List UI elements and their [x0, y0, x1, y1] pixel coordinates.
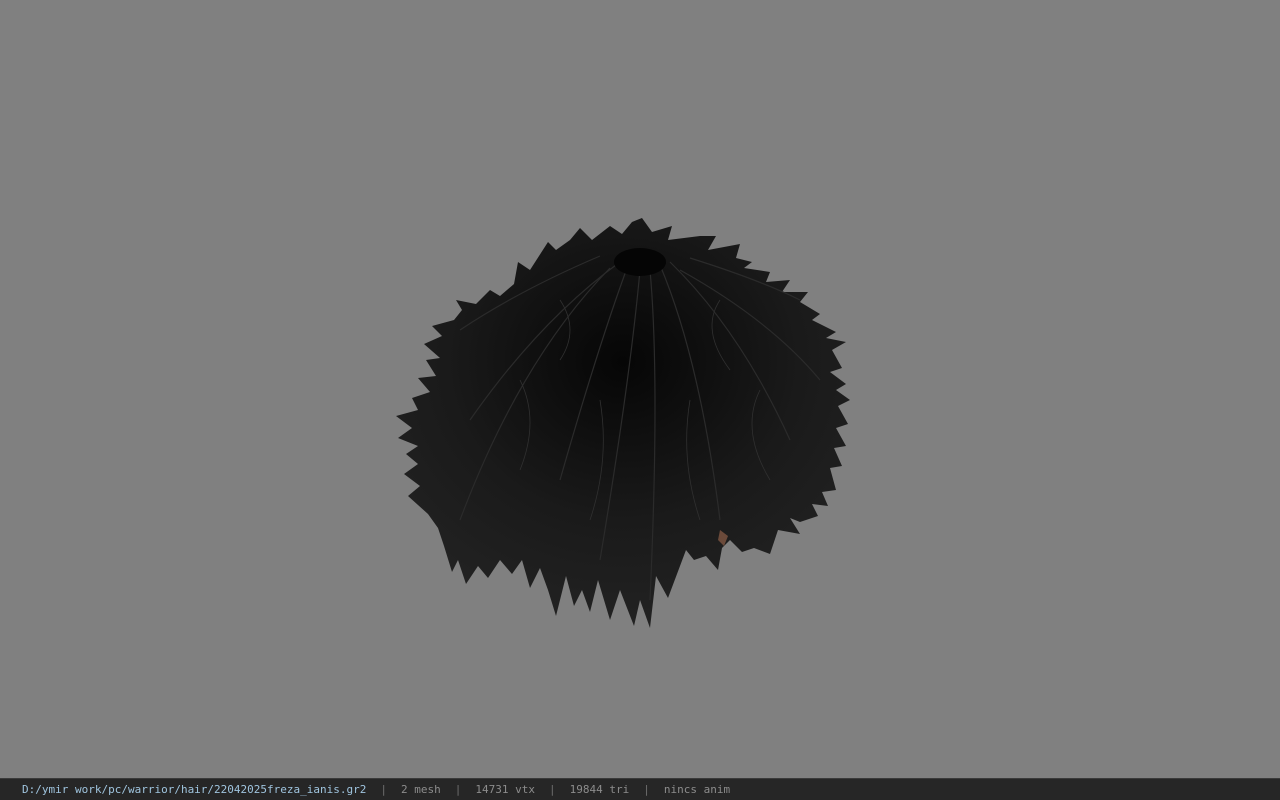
file-path: D:/ymir work/pc/warrior/hair/22042025fre…: [22, 783, 367, 796]
hair-model-render: [396, 218, 850, 628]
anim-status: nincs anim: [663, 783, 731, 796]
status-bar: D:/ymir work/pc/warrior/hair/22042025fre…: [0, 778, 1280, 800]
separator: |: [643, 783, 650, 796]
3d-viewport[interactable]: [0, 0, 1280, 778]
separator: |: [454, 783, 462, 796]
mesh-count: 2 mesh: [401, 783, 441, 796]
vertex-count: 14731 vtx: [475, 783, 535, 796]
separator: |: [380, 783, 387, 796]
separator: |: [548, 783, 556, 796]
hair-crown: [614, 248, 666, 276]
triangle-count: 19844 tri: [569, 783, 630, 796]
